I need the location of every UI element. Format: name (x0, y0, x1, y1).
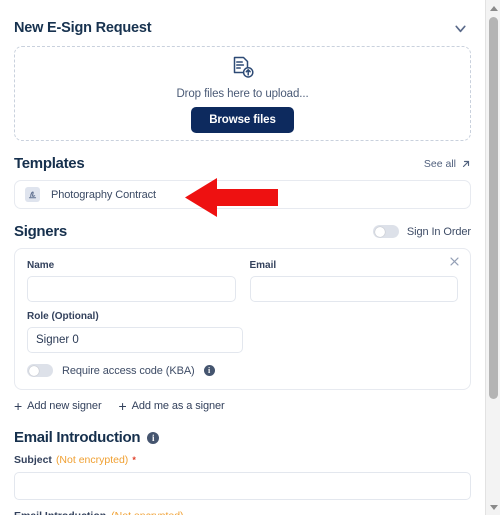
info-icon[interactable]: i (203, 365, 215, 376)
page-title: New E-Sign Request (14, 20, 152, 36)
signer-role-input[interactable] (27, 327, 243, 353)
add-me-as-signer-label: Add me as a signer (131, 400, 225, 412)
signer-name-input[interactable] (27, 276, 236, 302)
template-item-label: Photography Contract (51, 188, 157, 201)
chevron-down-icon[interactable] (449, 17, 471, 39)
esign-request-panel: New E-Sign Request Drop files here to up… (0, 0, 500, 515)
dropzone-hint: Drop files here to upload... (176, 87, 309, 100)
info-icon[interactable]: i (147, 431, 160, 444)
add-new-signer-button[interactable]: + Add new signer (14, 399, 102, 413)
subject-encryption-note: (Not encrypted) (55, 454, 129, 466)
document-upload-icon (230, 55, 256, 81)
subject-label-row: Subject (Not encrypted) * (14, 454, 471, 466)
signer-name-email-row: Name Email (27, 260, 458, 302)
require-access-code-label: Require access code (KBA) (62, 364, 195, 377)
add-me-as-signer-button[interactable]: + Add me as a signer (119, 399, 225, 413)
signer-name-field-group: Name (27, 260, 236, 302)
toggle-knob (374, 226, 385, 237)
add-new-signer-label: Add new signer (27, 400, 102, 412)
email-introduction-heading: Email Introduction (14, 429, 141, 446)
browse-files-button[interactable]: Browse files (191, 106, 294, 133)
scrollbar-thumb[interactable] (489, 17, 498, 399)
plus-icon: + (118, 398, 127, 414)
signers-heading: Signers (14, 223, 67, 240)
scrollbar-up-arrow[interactable] (486, 1, 500, 15)
file-dropzone[interactable]: Drop files here to upload... Browse file… (14, 46, 471, 141)
templates-heading: Templates (14, 155, 85, 172)
signer-name-label: Name (27, 260, 55, 271)
signers-header: Signers Sign In Order (14, 223, 471, 240)
sign-in-order-label: Sign In Order (406, 225, 471, 238)
email-introduction-header: Email Introduction i (14, 429, 471, 446)
signer-role-field-group: Role (Optional) (27, 311, 243, 353)
subject-label: Subject (14, 454, 52, 466)
signer-email-label: Email (249, 260, 277, 271)
required-marker: * (132, 455, 136, 465)
signer-email-field-group: Email (249, 260, 458, 302)
sign-in-order-control[interactable]: Sign In Order (372, 225, 471, 238)
toggle-knob (29, 365, 39, 376)
see-all-templates-link[interactable]: See all (424, 158, 471, 170)
see-all-label: See all (423, 157, 456, 170)
template-item-photography-contract[interactable]: Photography Contract (14, 180, 471, 209)
signer-email-input[interactable] (249, 276, 458, 302)
panel-header: New E-Sign Request (14, 0, 471, 46)
plus-icon: + (14, 398, 23, 414)
subject-input[interactable] (14, 472, 471, 500)
signer-role-label: Role (Optional) (27, 311, 99, 322)
email-introduction-field-label-cutoff: Email Introduction (Not encrypted) (14, 510, 471, 515)
close-icon[interactable] (449, 256, 461, 268)
email-introduction-field-label: Email Introduction (14, 510, 106, 515)
email-introduction-encryption-note: (Not encrypted) (111, 510, 183, 515)
sign-in-order-toggle[interactable] (372, 225, 399, 238)
panel-content: New E-Sign Request Drop files here to up… (0, 0, 485, 515)
template-signature-icon (25, 187, 40, 202)
signer-row: Name Email Role (Optional) Require acces… (14, 248, 471, 390)
require-access-code-control[interactable]: Require access code (KBA) i (27, 364, 458, 377)
templates-header: Templates See all (14, 155, 471, 172)
scrollbar-down-arrow[interactable] (486, 500, 500, 514)
scrollbar-vertical[interactable] (485, 0, 500, 515)
require-access-code-toggle[interactable] (27, 364, 53, 377)
arrow-up-right-icon (461, 159, 471, 169)
signer-actions: + Add new signer + Add me as a signer (14, 399, 471, 413)
